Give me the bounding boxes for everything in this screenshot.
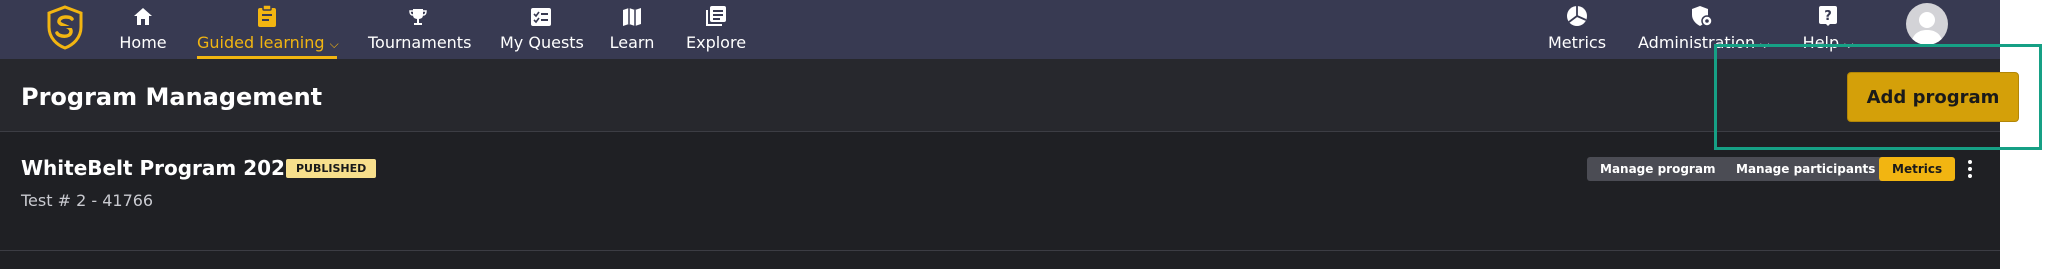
program-card bbox=[0, 132, 2000, 251]
nav-guided-learning-label: Guided learning bbox=[197, 33, 325, 52]
home-icon bbox=[119, 4, 167, 28]
user-avatar[interactable] bbox=[1906, 3, 1948, 45]
nav-guided-learning[interactable]: Guided learning ⌵ bbox=[197, 4, 339, 59]
nav-my-quests[interactable]: My Quests bbox=[500, 4, 584, 54]
app-root: Home Guided learning ⌵ Tournaments My Qu… bbox=[0, 0, 2000, 269]
pie-chart-icon bbox=[1546, 4, 1608, 28]
nav-home[interactable]: Home bbox=[119, 4, 167, 54]
nav-my-quests-label: My Quests bbox=[500, 33, 584, 52]
program-name[interactable]: WhiteBelt Program 2025 bbox=[21, 155, 299, 181]
shield-logo-icon[interactable] bbox=[45, 5, 85, 50]
page-title: Program Management bbox=[21, 83, 323, 111]
nav-home-label: Home bbox=[119, 33, 167, 52]
top-navigation: Home Guided learning ⌵ Tournaments My Qu… bbox=[0, 0, 2000, 59]
add-program-button[interactable]: Add program bbox=[1847, 72, 2019, 122]
library-icon bbox=[686, 4, 746, 28]
nav-learn-label: Learn bbox=[609, 33, 655, 52]
nav-learn[interactable]: Learn bbox=[609, 4, 655, 54]
shield-gear-icon bbox=[1638, 4, 1766, 28]
metrics-button[interactable]: Metrics bbox=[1879, 157, 1956, 181]
more-options-icon[interactable] bbox=[1962, 157, 1978, 181]
manage-program-button[interactable]: Manage program bbox=[1587, 157, 1729, 181]
help-icon: ? bbox=[1800, 4, 1856, 28]
nav-help-label: Help bbox=[1802, 33, 1840, 52]
nav-administration-label: Administration bbox=[1638, 33, 1756, 52]
status-badge: PUBLISHED bbox=[286, 159, 377, 178]
trophy-icon bbox=[368, 4, 468, 28]
nav-administration[interactable]: Administration ⌵ bbox=[1638, 4, 1770, 55]
program-subtitle: Test # 2 - 41766 bbox=[21, 191, 154, 210]
checklist-icon bbox=[500, 4, 582, 28]
chevron-down-icon: ⌵ bbox=[329, 37, 339, 51]
clipboard-icon bbox=[197, 4, 337, 28]
nav-help[interactable]: ? Help ⌵ bbox=[1800, 4, 1856, 55]
svg-text:?: ? bbox=[1824, 9, 1832, 24]
manage-participants-button[interactable]: Manage participants bbox=[1723, 157, 1889, 181]
nav-tournaments[interactable]: Tournaments bbox=[368, 4, 472, 54]
nav-metrics-label: Metrics bbox=[1547, 33, 1607, 52]
nav-tournaments-label: Tournaments bbox=[368, 33, 472, 52]
nav-explore[interactable]: Explore bbox=[686, 4, 746, 54]
chevron-down-icon: ⌵ bbox=[1760, 37, 1770, 51]
nav-explore-label: Explore bbox=[686, 33, 747, 52]
nav-metrics[interactable]: Metrics bbox=[1546, 4, 1608, 54]
chevron-down-icon: ⌵ bbox=[1844, 37, 1854, 51]
map-icon bbox=[609, 4, 655, 28]
